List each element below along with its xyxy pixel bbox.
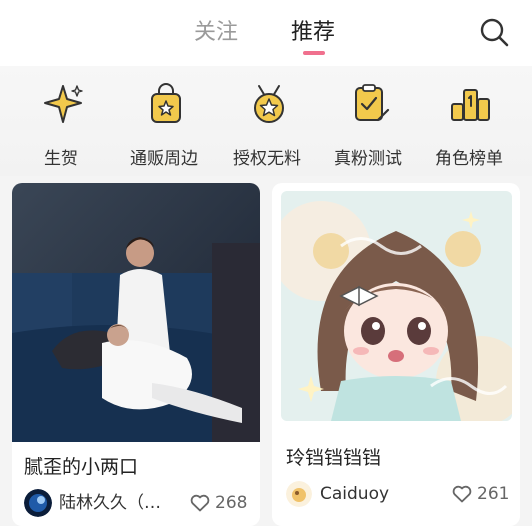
category-fan-quiz[interactable]: 真粉测试 [318,80,418,172]
category-label: 真粉测试 [334,149,402,169]
ranking-icon [451,89,490,121]
shopping-bag-icon [151,83,181,123]
top-tab-bar: 关注 推荐 [0,0,532,66]
feed-card[interactable]: 腻歪的小两口 陆林久久（… 268 [12,183,260,526]
category-label: 角色榜单 [435,149,503,169]
heart-icon [452,485,472,503]
avatar[interactable] [24,489,52,517]
category-birthday[interactable]: 生贺 [11,80,111,172]
avatar[interactable] [286,481,312,507]
post-title: 腻歪的小两口 [24,456,139,478]
sparkle-icon [44,85,83,123]
author-name[interactable]: Caiduoy [320,483,389,505]
like-count[interactable]: 261 [452,483,509,505]
tab-follow[interactable]: 关注 [194,18,238,48]
search-button[interactable] [477,15,511,49]
category-row: 生贺 通贩周边 授权无料 真粉测试 角色榜单 [0,66,532,176]
category-label: 通贩周边 [130,149,198,169]
like-count-value: 268 [215,493,248,513]
category-label: 生贺 [44,149,78,169]
feed-card[interactable]: 玲铛铛铛铛 Caiduoy 261 [272,183,520,526]
like-count-value: 261 [477,484,510,504]
author-name[interactable]: 陆林久久（… [59,492,161,514]
post-image[interactable] [281,191,512,421]
category-merch[interactable]: 通贩周边 [114,80,214,172]
post-image[interactable] [12,183,260,442]
search-icon [480,18,509,47]
like-count[interactable]: 268 [190,492,247,514]
active-tab-indicator [303,51,325,55]
medal-icon [254,85,284,123]
category-label: 授权无料 [233,149,301,169]
heart-icon [190,494,210,512]
tab-recommend[interactable]: 推荐 [291,18,335,48]
clipboard-check-icon [355,84,390,122]
category-character-ranking[interactable]: 角色榜单 [419,80,519,172]
post-title: 玲铛铛铛铛 [286,447,382,469]
category-authorized-freebies[interactable]: 授权无料 [217,80,317,172]
